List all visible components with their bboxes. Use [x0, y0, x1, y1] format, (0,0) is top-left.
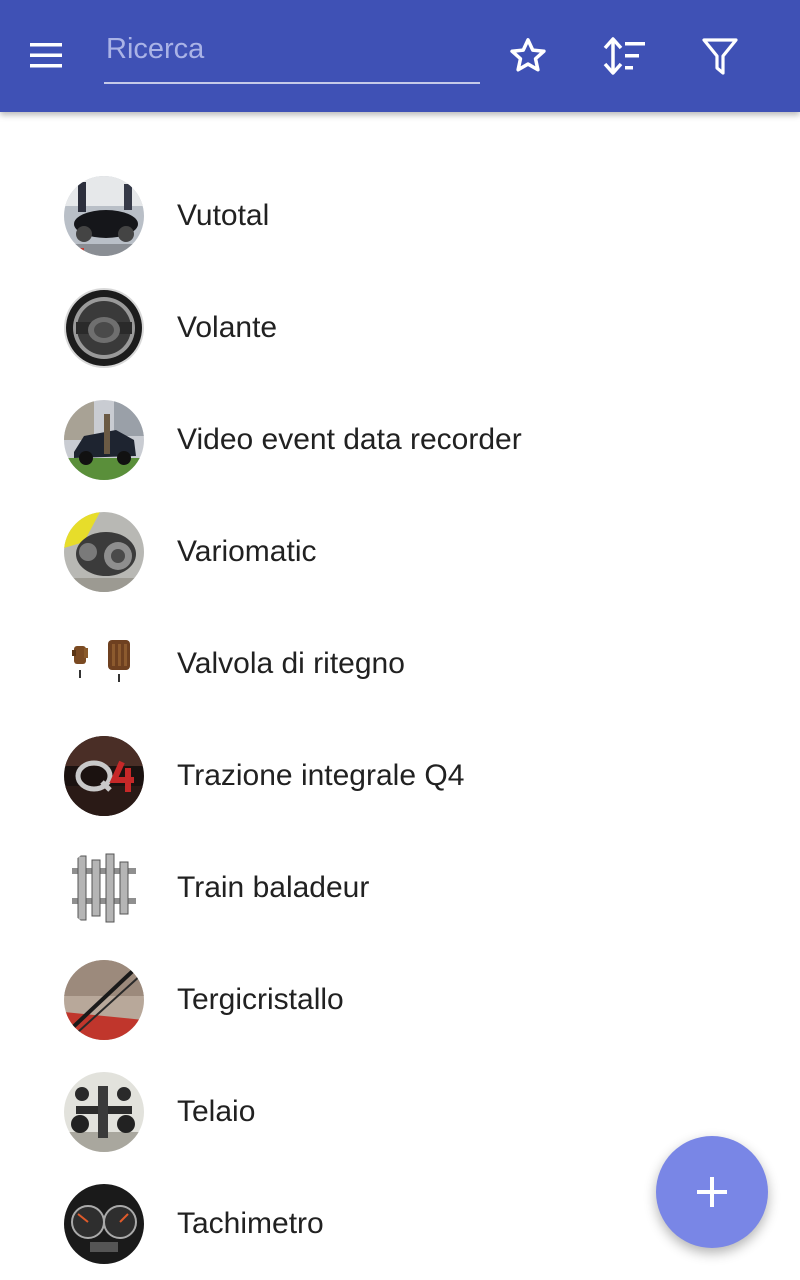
- item-label: Telaio: [177, 1095, 256, 1128]
- item-thumbnail: [64, 176, 144, 256]
- filter-icon: [702, 38, 738, 75]
- item-label: Volante: [177, 311, 278, 344]
- item-label: Valvola di ritegno: [177, 647, 405, 680]
- item-thumbnail: [64, 736, 144, 816]
- item-label: Trazione integrale Q4: [177, 759, 465, 792]
- list-item[interactable]: Valvola di ritegno: [0, 608, 800, 720]
- item-thumbnail: [64, 288, 144, 368]
- item-thumbnail: [64, 624, 144, 704]
- item-thumbnail: [64, 400, 144, 480]
- item-label: Train baladeur: [177, 871, 370, 904]
- item-label: Video event data recorder: [177, 423, 522, 456]
- add-button[interactable]: [656, 1136, 768, 1248]
- item-thumbnail: [64, 960, 144, 1040]
- item-label: Tachimetro: [177, 1207, 324, 1240]
- search-input[interactable]: [104, 26, 484, 72]
- menu-icon: [30, 43, 62, 68]
- search-field: [104, 20, 484, 84]
- app-bar: [0, 0, 800, 112]
- item-label: Vutotal: [177, 199, 270, 232]
- list-item[interactable]: Variomatic: [0, 496, 800, 608]
- sort-button[interactable]: [596, 30, 652, 82]
- item-thumbnail: [64, 848, 144, 928]
- filter-button[interactable]: [692, 30, 748, 82]
- star-icon: [510, 38, 546, 72]
- list-item[interactable]: Volante: [0, 272, 800, 384]
- item-thumbnail: [64, 512, 144, 592]
- menu-button[interactable]: [26, 36, 86, 76]
- list-item[interactable]: Tergicristallo: [0, 944, 800, 1056]
- favorites-button[interactable]: [500, 30, 556, 82]
- item-thumbnail: [64, 1072, 144, 1152]
- list-item[interactable]: Trazione integrale Q4: [0, 720, 800, 832]
- sort-icon: [603, 37, 645, 75]
- item-label: Variomatic: [177, 535, 317, 568]
- item-thumbnail: [64, 1184, 144, 1264]
- list-item[interactable]: Train baladeur: [0, 832, 800, 944]
- list-item[interactable]: Vutotal: [0, 160, 800, 272]
- item-label: Tergicristallo: [177, 983, 344, 1016]
- list-item[interactable]: Video event data recorder: [0, 384, 800, 496]
- plus-icon: [697, 1177, 727, 1207]
- item-list: Vutotal Volante Video event data recorde…: [0, 160, 800, 1280]
